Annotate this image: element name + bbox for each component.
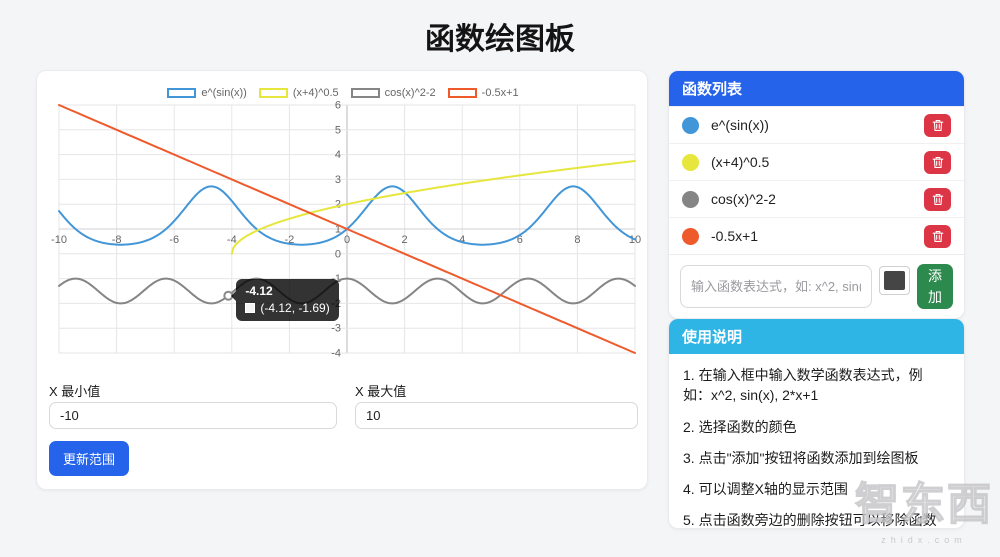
delete-function-button[interactable] <box>924 114 951 137</box>
tooltip-color-box <box>245 303 255 313</box>
legend-label: (x+4)^0.5 <box>293 87 339 99</box>
instruction-item: 3. 点击"添加"按钮将函数添加到绘图板 <box>683 448 950 468</box>
tooltip-coordinates: (-4.12, -1.69) <box>260 301 329 315</box>
delete-function-button[interactable] <box>924 225 951 248</box>
legend-item[interactable]: (x+4)^0.5 <box>259 87 339 99</box>
function-expression-label: e^(sin(x)) <box>711 117 769 133</box>
instructions-header: 使用说明 <box>669 319 964 354</box>
function-color-dot <box>682 228 699 245</box>
svg-text:6: 6 <box>335 101 341 112</box>
svg-text:-4: -4 <box>331 348 341 360</box>
instruction-item: 1. 在输入框中输入数学函数表达式，例如：x^2, sin(x), 2*x+1 <box>683 365 950 406</box>
chart-card: e^(sin(x)) (x+4)^0.5 cos(x)^2-2 -0.5x+1 6 5 4… <box>36 70 648 490</box>
svg-text:2: 2 <box>402 234 408 246</box>
legend-color-swatch <box>167 88 196 98</box>
add-function-button[interactable]: 添加 <box>917 264 953 309</box>
chart-legend: e^(sin(x)) (x+4)^0.5 cos(x)^2-2 -0.5x+1 <box>45 87 641 99</box>
instructions-list: 1. 在输入框中输入数学函数表达式，例如：x^2, sin(x), 2*x+1 2… <box>669 354 964 529</box>
function-list-header: 函数列表 <box>669 71 964 106</box>
function-expression-label: -0.5x+1 <box>711 228 758 244</box>
function-list-row: (x+4)^0.5 <box>669 143 964 180</box>
legend-label: e^(sin(x)) <box>201 87 247 99</box>
instruction-item: 2. 选择函数的颜色 <box>683 417 950 437</box>
function-color-dot <box>682 117 699 134</box>
svg-text:3: 3 <box>335 174 341 186</box>
instructions-card: 使用说明 1. 在输入框中输入数学函数表达式，例如：x^2, sin(x), 2… <box>668 318 965 529</box>
function-list-row: e^(sin(x)) <box>669 106 964 143</box>
instruction-item: 5. 点击函数旁边的删除按钮可以移除函数 <box>683 510 950 529</box>
x-max-input[interactable] <box>355 402 638 429</box>
function-list-card: 函数列表 e^(sin(x)) (x+4)^0.5 cos(x)^2-2 -0.5x+… <box>668 70 965 319</box>
x-min-input[interactable] <box>49 402 337 429</box>
x-max-label: X 最大值 <box>355 381 406 400</box>
function-color-dot <box>682 154 699 171</box>
tooltip-x-value: -4.12 <box>245 284 329 298</box>
trash-icon <box>932 156 944 169</box>
trash-icon <box>932 230 944 243</box>
trash-icon <box>932 119 944 132</box>
function-expression-input[interactable] <box>680 265 872 308</box>
legend-color-swatch <box>448 88 477 98</box>
svg-text:5: 5 <box>335 124 341 136</box>
color-picker-swatch <box>884 271 905 290</box>
svg-text:-6: -6 <box>169 234 179 246</box>
legend-label: -0.5x+1 <box>482 87 519 99</box>
delete-function-button[interactable] <box>924 151 951 174</box>
legend-item[interactable]: -0.5x+1 <box>448 87 519 99</box>
chart-area[interactable]: e^(sin(x)) (x+4)^0.5 cos(x)^2-2 -0.5x+1 6 5 4… <box>45 79 641 379</box>
svg-text:8: 8 <box>574 234 580 246</box>
update-range-button[interactable]: 更新范围 <box>49 441 129 476</box>
chart-tooltip: -4.12 (-4.12, -1.69) <box>236 279 338 321</box>
legend-item[interactable]: e^(sin(x)) <box>167 87 247 99</box>
svg-text:-3: -3 <box>331 323 341 335</box>
legend-label: cos(x)^2-2 <box>385 87 436 99</box>
function-list: e^(sin(x)) (x+4)^0.5 cos(x)^2-2 -0.5x+1 <box>669 106 964 254</box>
svg-text:4: 4 <box>335 149 341 161</box>
svg-text:0: 0 <box>344 234 350 246</box>
function-expression-label: (x+4)^0.5 <box>711 154 769 170</box>
function-list-row: cos(x)^2-2 <box>669 180 964 217</box>
function-color-dot <box>682 191 699 208</box>
svg-text:0: 0 <box>335 248 341 260</box>
function-list-row: -0.5x+1 <box>669 217 964 254</box>
instruction-item: 4. 可以调整X轴的显示范围 <box>683 479 950 499</box>
svg-text:4: 4 <box>459 234 465 246</box>
trash-icon <box>932 193 944 206</box>
function-expression-label: cos(x)^2-2 <box>711 191 776 207</box>
delete-function-button[interactable] <box>924 188 951 211</box>
legend-item[interactable]: cos(x)^2-2 <box>351 87 436 99</box>
watermark-subtext: zhidx.com <box>850 535 998 545</box>
color-picker-input[interactable] <box>879 266 910 295</box>
svg-text:-10: -10 <box>51 234 67 246</box>
legend-color-swatch <box>351 88 380 98</box>
legend-color-swatch <box>259 88 288 98</box>
page-title: 函数绘图板 <box>0 14 1000 58</box>
add-function-area: 添加 <box>669 254 964 318</box>
x-min-label: X 最小值 <box>49 381 100 400</box>
function-plot[interactable]: 6543210-1-2-3-4-10-8-6-4-20246810 <box>45 101 641 373</box>
